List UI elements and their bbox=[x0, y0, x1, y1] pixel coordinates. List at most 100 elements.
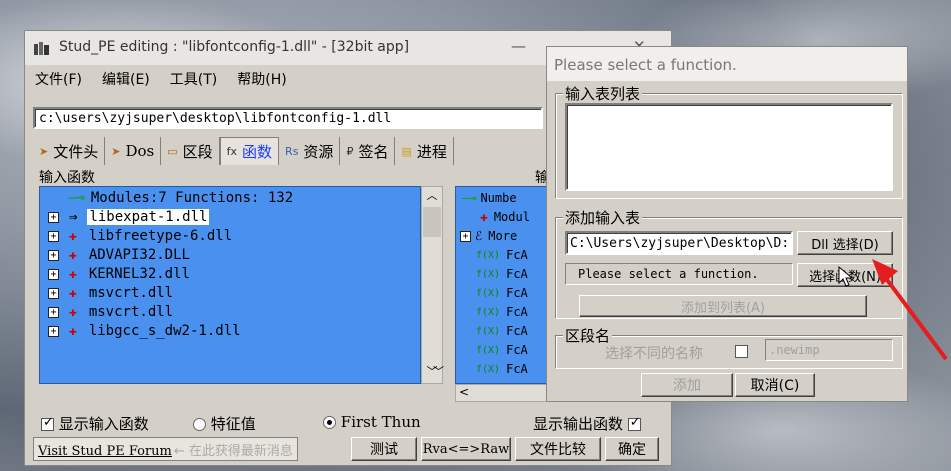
function-icon: f(X) bbox=[476, 287, 501, 299]
tree-row[interactable]: f(X) FcA bbox=[476, 360, 528, 378]
root-icon: —⊸ bbox=[68, 190, 85, 206]
tree-row-label: FcA bbox=[506, 362, 528, 376]
add-button[interactable]: 添加 bbox=[641, 373, 733, 397]
diff-name-checkbox[interactable] bbox=[735, 345, 748, 358]
section-name-field[interactable]: .newimp bbox=[765, 339, 893, 361]
scroll-thumb[interactable] bbox=[423, 207, 441, 237]
module-label: libfreetype-6.dll bbox=[88, 228, 233, 244]
menu-bar: 文件(F) 编辑(E) 工具(T) 帮助(H) bbox=[35, 69, 287, 89]
module-icon: ✚ bbox=[69, 266, 77, 282]
radio-label: First Thun bbox=[340, 413, 421, 431]
tree-row[interactable]: f(X) FcA bbox=[476, 341, 528, 359]
expand-icon[interactable]: + bbox=[460, 230, 471, 242]
module-label: ADVAPI32.DLL bbox=[88, 247, 190, 263]
function-icon: f(X) bbox=[476, 363, 501, 375]
tab-label: 签名 bbox=[358, 142, 389, 161]
checkbox-icon bbox=[41, 415, 54, 431]
forum-link-label: Visit Stud PE Forum bbox=[38, 444, 172, 459]
tab-functions[interactable]: fx 函数 bbox=[219, 137, 280, 165]
tree-row-label: FcA bbox=[506, 267, 528, 281]
module-label: msvcrt.dll bbox=[88, 304, 174, 320]
expand-icon[interactable]: + bbox=[48, 325, 59, 337]
function-field[interactable]: Please select a function. bbox=[565, 263, 793, 285]
scroll-left-icon[interactable]: < bbox=[459, 385, 469, 399]
expand-icon[interactable]: + bbox=[48, 268, 59, 280]
tree-row[interactable]: f(X) FcA bbox=[476, 246, 528, 264]
expand-icon[interactable]: + bbox=[48, 287, 59, 299]
exports-tree[interactable]: —⊸ Numbe ✚ Modul + ℰ More f(X) FcA f(X) FcA f(… bbox=[455, 186, 555, 384]
checkbox-label: 显示输入函数 bbox=[58, 415, 149, 433]
tab-dos[interactable]: ➤ Dos bbox=[105, 137, 162, 165]
tree-module-row[interactable]: + ✚ ADVAPI32.DLL bbox=[48, 246, 190, 264]
tab-headers[interactable]: ➤ 文件头 bbox=[33, 137, 106, 165]
tree-module-row[interactable]: + ⇒ libexpat-1.dll bbox=[48, 208, 210, 226]
arrow-right-icon: ⇒ bbox=[69, 209, 78, 225]
tree-root-label: Modules:7 Functions: 132 bbox=[90, 190, 294, 206]
tree-row[interactable]: —⊸ Numbe bbox=[462, 189, 517, 207]
tree-row-label: FcA bbox=[506, 286, 528, 300]
tab-label: 文件头 bbox=[53, 142, 99, 161]
tab-sections[interactable]: ▭ 区段 bbox=[161, 137, 220, 165]
minimize-icon[interactable]: — bbox=[511, 37, 526, 55]
tree-module-row[interactable]: + ✚ msvcrt.dll bbox=[48, 284, 173, 302]
dll-path-field[interactable]: C:\Users\zyjsuper\Desktop\D: bbox=[565, 231, 793, 255]
menu-tools[interactable]: 工具(T) bbox=[170, 69, 217, 89]
ok-button[interactable]: 确定 bbox=[605, 437, 659, 461]
menu-help[interactable]: 帮助(H) bbox=[237, 69, 286, 89]
module-icon: ✚ bbox=[480, 209, 488, 225]
root-icon: —⊸ bbox=[462, 191, 477, 205]
expand-icon[interactable]: + bbox=[48, 211, 59, 223]
vertical-scrollbar[interactable]: ︿ ﹀ bbox=[421, 186, 443, 384]
arrow-icon: ➤ bbox=[111, 144, 121, 158]
rva-radio[interactable]: 特征值 bbox=[193, 413, 256, 434]
tab-process[interactable]: ▤ 进程 bbox=[395, 137, 454, 165]
tree-module-row[interactable]: + ✚ libgcc_s_dw2-1.dll bbox=[48, 322, 241, 340]
tree-row[interactable]: f(X) FcA bbox=[476, 284, 528, 302]
show-imports-checkbox[interactable]: 显示输入函数 bbox=[41, 413, 149, 434]
cancel-button[interactable]: 取消(C) bbox=[735, 373, 815, 397]
tree-row-label: FcA bbox=[506, 324, 528, 338]
scroll-up-icon[interactable]: ︿ bbox=[422, 187, 442, 205]
module-label: KERNEL32.dll bbox=[88, 266, 190, 282]
horizontal-scrollbar[interactable]: < bbox=[455, 384, 555, 402]
forum-link[interactable]: Visit Stud PE Forum ← 在此获得最新消息 bbox=[33, 437, 298, 461]
function-icon: f(X) bbox=[476, 325, 501, 337]
forum-hint: ← 在此获得最新消息 bbox=[173, 444, 293, 459]
test-button[interactable]: 测试 bbox=[351, 437, 417, 461]
tree-row[interactable]: f(X) FcA bbox=[476, 322, 528, 340]
file-compare-button[interactable]: 文件比较 bbox=[515, 437, 601, 461]
tree-row[interactable]: f(X) FcA bbox=[476, 265, 528, 283]
tab-resources[interactable]: Rs 资源 bbox=[279, 137, 341, 165]
module-icon: ✚ bbox=[69, 323, 77, 339]
menu-file[interactable]: 文件(F) bbox=[35, 69, 82, 89]
first-thunk-radio[interactable]: First Thun bbox=[323, 413, 421, 431]
file-path-field[interactable]: c:\users\zyjsuper\desktop\libfontconfig-… bbox=[33, 107, 543, 129]
tree-row[interactable]: f(X) FcA bbox=[476, 303, 528, 321]
tree-root[interactable]: —⊸ Modules:7 Functions: 132 bbox=[68, 189, 293, 207]
tree-module-row[interactable]: + ✚ msvcrt.dll bbox=[48, 303, 173, 321]
select-function-dialog: Please select a function. 输入表列表 添加输入表 C:… bbox=[546, 46, 908, 402]
menu-edit[interactable]: 编辑(E) bbox=[102, 69, 150, 89]
tree-row[interactable]: + ℰ More bbox=[460, 227, 517, 245]
scroll-down-icon[interactable]: ﹀ bbox=[433, 363, 444, 379]
rva-raw-button[interactable]: Rva<=>Raw bbox=[421, 437, 511, 461]
select-dll-button[interactable]: Dll 选择(D) bbox=[797, 231, 893, 255]
show-exports-checkbox[interactable]: 显示输出函数 bbox=[533, 413, 641, 434]
tab-signature[interactable]: ₽ 签名 bbox=[340, 137, 396, 165]
tree-module-row[interactable]: + ✚ libfreetype-6.dll bbox=[48, 227, 232, 245]
expand-icon[interactable]: + bbox=[48, 306, 59, 318]
fx-icon: fx bbox=[226, 145, 238, 158]
expand-icon[interactable]: + bbox=[48, 249, 59, 261]
import-list[interactable] bbox=[565, 103, 893, 191]
checkbox-label: 显示输出函数 bbox=[533, 415, 624, 433]
imports-tree[interactable]: —⊸ Modules:7 Functions: 132 + ⇒ libexpat… bbox=[39, 186, 421, 384]
tab-label: Dos bbox=[125, 142, 155, 160]
add-to-list-button[interactable]: 添加到列表(A) bbox=[579, 295, 867, 317]
function-icon: f(X) bbox=[476, 306, 501, 318]
module-icon: ✚ bbox=[69, 228, 77, 244]
tree-module-row[interactable]: + ✚ KERNEL32.dll bbox=[48, 265, 190, 283]
import-list-group-label: 输入表列表 bbox=[563, 83, 643, 104]
module-label: libexpat-1.dll bbox=[87, 209, 210, 225]
expand-icon[interactable]: + bbox=[48, 230, 59, 242]
tree-row[interactable]: ✚ Modul bbox=[480, 208, 530, 226]
